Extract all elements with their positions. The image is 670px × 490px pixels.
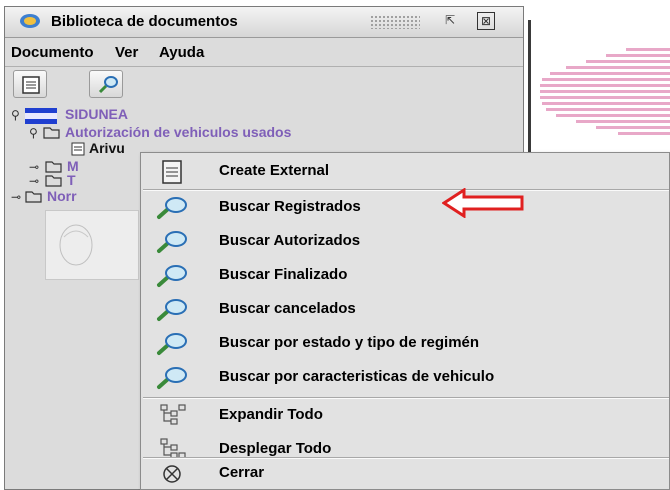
menu-item-label: Buscar Autorizados: [219, 232, 361, 249]
tree-node-arivu[interactable]: Arivu: [89, 140, 125, 156]
window-title: Biblioteca de documentos: [51, 13, 238, 30]
search-icon: [98, 76, 118, 94]
search-icon: [157, 367, 187, 389]
search-button[interactable]: [89, 70, 123, 98]
maximize-button[interactable]: ⊠: [477, 12, 495, 30]
expanded-toggle-icon[interactable]: ⚲: [29, 126, 38, 140]
menu-item-label: Buscar por caracteristicas de vehiculo: [219, 368, 495, 385]
menu-item-cerrar[interactable]: Cerrar: [141, 459, 669, 489]
search-icon: [157, 299, 187, 321]
menu-item-label: Desplegar Todo: [219, 440, 332, 457]
collapsed-toggle-icon[interactable]: ⊸: [29, 160, 39, 174]
menu-ver[interactable]: Ver: [115, 44, 138, 61]
preview-pattern: [540, 48, 670, 135]
thumbnail-image: [45, 210, 139, 280]
tree-node-autorizacion[interactable]: Autorización de vehiculos usados: [65, 124, 291, 140]
float-window-button[interactable]: ⇱: [441, 12, 459, 30]
context-menu: Create External Buscar Registrados Busca…: [140, 152, 670, 490]
menu-item-label: Buscar Registrados: [219, 198, 361, 215]
menu-item-create-external[interactable]: Create External: [141, 155, 669, 189]
sidunea-flag-icon: [25, 108, 57, 124]
search-icon: [157, 197, 187, 219]
folder-icon: [45, 161, 62, 173]
search-icon: [157, 333, 187, 355]
menu-item-buscar-cancelados[interactable]: Buscar cancelados: [141, 293, 669, 327]
menu-bar: Documento Ver Ayuda: [5, 38, 523, 67]
menu-item-label: Expandir Todo: [219, 406, 323, 423]
tree-node-partial-2[interactable]: T: [67, 172, 76, 188]
library-logo-icon: [20, 14, 40, 28]
menu-item-label: Create External: [219, 162, 330, 179]
menu-item-buscar-caracteristicas[interactable]: Buscar por caracteristicas de vehiculo: [141, 361, 669, 395]
menu-item-buscar-estado-regimen[interactable]: Buscar por estado y tipo de regimén: [141, 327, 669, 361]
menu-item-label: Buscar por estado y tipo de regimén: [219, 334, 480, 351]
expanded-toggle-icon[interactable]: ⚲: [11, 108, 20, 122]
collapsed-toggle-icon[interactable]: ⊸: [29, 174, 39, 188]
document-icon: [22, 76, 40, 94]
menu-item-buscar-autorizados[interactable]: Buscar Autorizados: [141, 225, 669, 259]
menu-item-expandir-todo[interactable]: Expandir Todo: [141, 399, 669, 433]
menu-item-label: Cerrar: [219, 464, 265, 481]
close-circle-icon: [163, 465, 181, 483]
tree-node-partial-3[interactable]: Norr: [47, 188, 77, 204]
folder-icon: [25, 191, 42, 203]
menu-item-label: Buscar Finalizado: [219, 266, 348, 283]
menu-ayuda[interactable]: Ayuda: [159, 44, 204, 61]
annotation-arrow-icon: [442, 188, 524, 218]
new-document-button[interactable]: [13, 70, 47, 98]
menu-item-buscar-finalizado[interactable]: Buscar Finalizado: [141, 259, 669, 293]
menu-item-label: Buscar cancelados: [219, 300, 356, 317]
search-icon: [157, 265, 187, 287]
document-icon: [162, 160, 182, 184]
folder-open-icon: [43, 127, 60, 139]
collapsed-toggle-icon[interactable]: ⊸: [11, 190, 21, 204]
menu-item-buscar-registrados[interactable]: Buscar Registrados: [141, 191, 669, 225]
document-icon: [71, 142, 85, 156]
menu-documento[interactable]: Documento: [11, 44, 94, 61]
search-icon: [157, 231, 187, 253]
title-bar: Biblioteca de documentos ⇱ ⊠: [5, 7, 523, 38]
toolbar: [5, 67, 523, 101]
expand-tree-icon: [160, 404, 186, 425]
tree-node-sidunea[interactable]: SIDUNEA: [65, 106, 128, 122]
title-grip[interactable]: [370, 15, 420, 29]
folder-icon: [45, 175, 62, 187]
